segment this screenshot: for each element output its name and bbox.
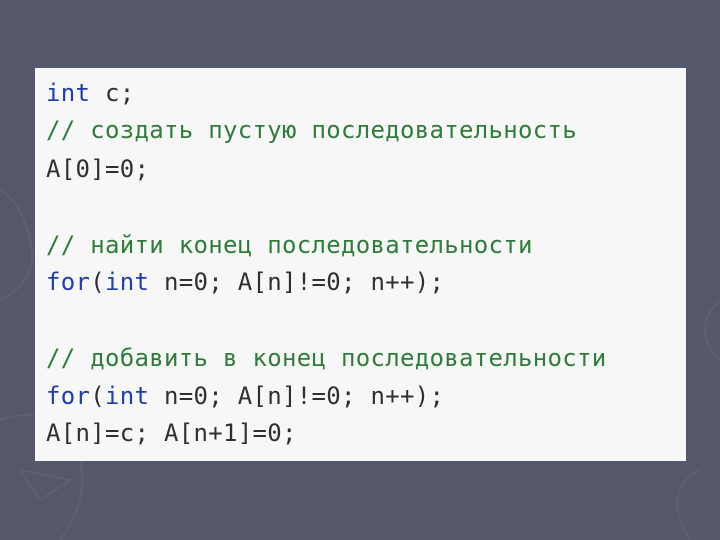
code-paren: ( (90, 268, 105, 296)
keyword-for: for (46, 268, 91, 296)
keyword-int: int (105, 268, 150, 296)
code-text: A[n]=c; A[n+1]=0; (46, 419, 297, 447)
code-block: int c; // создать пустую последовательно… (35, 68, 686, 461)
code-paren: ( (90, 382, 105, 410)
code-line-3: A[0]=0; (46, 154, 149, 184)
code-line-8: A[n]=c; A[n+1]=0; (46, 418, 297, 448)
code-comment: // создать пустую последовательность (46, 116, 577, 144)
code-line-1: int c; (46, 78, 135, 108)
keyword-for: for (46, 382, 91, 410)
code-comment: // добавить в конец последовательности (46, 344, 607, 372)
code-line-4: // найти конец последовательности (46, 230, 533, 260)
code-line-5: for(int n=0; A[n]!=0; n++); (46, 267, 444, 297)
keyword-int: int (105, 382, 150, 410)
code-comment: // найти конец последовательности (46, 231, 533, 259)
code-line-6: // добавить в конец последовательности (46, 343, 606, 373)
code-line-2: // создать пустую последовательность (46, 115, 577, 145)
code-text: A[0]=0; (46, 155, 150, 183)
code-text: n=0; A[n]!=0; n++); (149, 382, 445, 410)
keyword-int: int (46, 79, 91, 107)
code-text: c; (90, 79, 135, 107)
code-text: n=0; A[n]!=0; n++); (149, 268, 445, 296)
code-line-7: for(int n=0; A[n]!=0; n++); (46, 381, 444, 411)
